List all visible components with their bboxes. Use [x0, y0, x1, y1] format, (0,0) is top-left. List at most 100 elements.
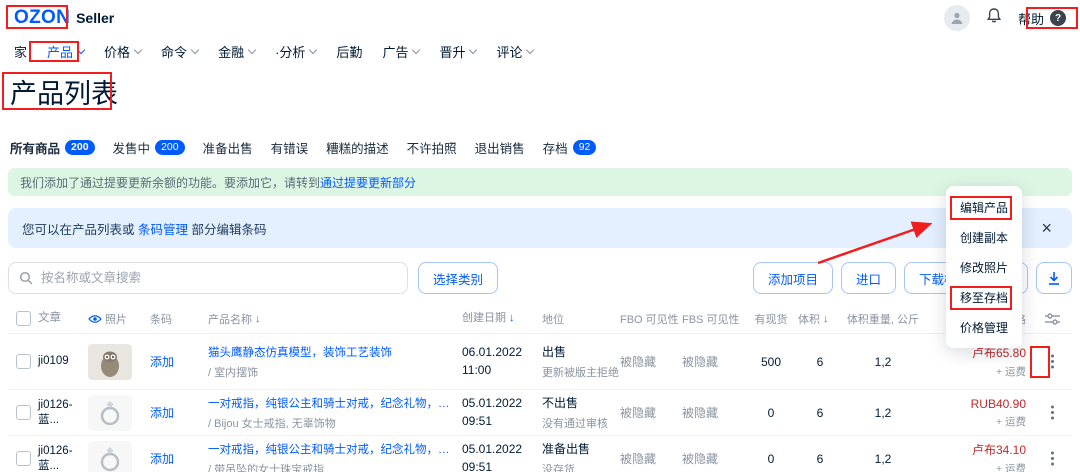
chevron-down-icon	[309, 45, 318, 54]
col-created[interactable]: 创建日期 ↓	[462, 311, 542, 327]
table-row: ji0109 添加 猫头鹰静态仿真模型，装饰工艺装饰 / 室内摆饰 06.01.…	[8, 334, 1072, 390]
nav-item-prices[interactable]: 价格	[104, 42, 143, 61]
menu-item-edit-photo[interactable]: 修改照片	[946, 252, 1022, 282]
add-barcode-link[interactable]: 添加	[150, 406, 174, 420]
add-barcode-link[interactable]: 添加	[150, 355, 174, 369]
download-button[interactable]	[1036, 262, 1072, 294]
col-fbs-visibility[interactable]: FBS 可见性	[682, 311, 744, 327]
row-menu-button[interactable]	[1032, 411, 1072, 414]
nav-item-logistics[interactable]: 后勤	[336, 42, 362, 61]
col-article[interactable]: 文章	[38, 311, 88, 326]
banner-text: 我们添加了通过提要更新余额的功能。要添加它，请转到	[20, 175, 321, 190]
col-barcode[interactable]: 条码	[150, 311, 208, 327]
help-button[interactable]: 帮助 ?	[1018, 9, 1066, 28]
barcode-management-link[interactable]: 条码管理	[138, 223, 188, 237]
add-barcode-link[interactable]: 添加	[150, 452, 174, 466]
sort-desc-icon[interactable]: ↓	[255, 313, 261, 325]
count-badge: 200	[155, 139, 185, 155]
chevron-down-icon	[247, 45, 257, 54]
col-photo[interactable]: 照片	[88, 311, 150, 327]
user-icon	[951, 12, 963, 24]
row-menu-button[interactable]	[1032, 457, 1072, 460]
price-value: 卢布34.10	[971, 443, 1026, 457]
product-name-link[interactable]: 一对戒指，纯银公主和骑士对戒，纪念礼物，尺寸可调	[208, 395, 454, 411]
tab-no-photo[interactable]: 不许拍照	[407, 138, 457, 157]
avatar[interactable]	[943, 5, 970, 31]
page-title: 产品列表	[10, 79, 118, 109]
chevron-down-icon	[469, 45, 478, 54]
sort-desc-icon[interactable]: ↓	[509, 311, 515, 327]
tab-with-errors[interactable]: 有错误	[271, 138, 309, 157]
fbo-visibility: 被隐藏	[620, 406, 657, 420]
ring-image	[88, 440, 132, 472]
col-name[interactable]: 产品名称 ↓	[208, 311, 462, 327]
table-header: 文章 照片 条码 产品名称 ↓ 创建日期 ↓ 地位 FBO 可见性 FBS 可见…	[8, 304, 1072, 334]
owl-figurine-image	[88, 343, 132, 380]
product-photo[interactable]	[88, 343, 132, 380]
stock-value: 0	[767, 405, 775, 420]
product-photo[interactable]	[88, 440, 132, 472]
bell-icon[interactable]	[986, 7, 1002, 29]
tab-archive[interactable]: 存档 92	[543, 138, 597, 157]
col-weight[interactable]: 体积重量, 公斤	[842, 311, 924, 327]
nav-item-promotion[interactable]: 晋升	[439, 42, 478, 61]
menu-item-move-to-archive[interactable]: 移至存档	[946, 282, 1022, 312]
product-category: / Bijou 女士戒指, 无辜饰物	[208, 417, 336, 430]
table-settings-button[interactable]	[1032, 312, 1072, 325]
menu-item-create-copy[interactable]: 创建副本	[946, 222, 1022, 252]
nav-item-finance[interactable]: 金融	[218, 42, 257, 61]
sort-desc-icon[interactable]: ↓	[823, 313, 829, 325]
nav-item-home[interactable]: 家	[14, 42, 27, 61]
tab-bad-description[interactable]: 糟糕的描述	[326, 138, 389, 157]
nav-item-ads[interactable]: 广告	[382, 42, 421, 61]
price-note: + 运费	[995, 463, 1026, 472]
row-checkbox[interactable]	[15, 451, 31, 466]
product-name-link[interactable]: 一对戒指，纯银公主和骑士对戒，纪念礼物，尺寸可调	[208, 441, 454, 457]
logo[interactable]: OZON Seller	[14, 7, 114, 29]
ring-image	[88, 394, 132, 431]
kebab-menu-icon	[1050, 360, 1054, 363]
product-photo[interactable]	[88, 394, 132, 431]
chevron-down-icon	[76, 45, 86, 54]
row-checkbox[interactable]	[15, 354, 31, 369]
logo-seller: Seller	[76, 10, 115, 26]
created-date: 06.01.2022	[462, 345, 523, 360]
status-label: 出售	[542, 345, 567, 359]
tab-on-sale[interactable]: 发售中 200	[113, 138, 185, 157]
fbs-visibility: 被隐藏	[682, 355, 719, 369]
col-volume[interactable]: 体积 ↓	[798, 311, 842, 327]
nav-item-reviews[interactable]: 评论	[496, 42, 535, 61]
tab-withdrawn[interactable]: 退出销售	[475, 138, 525, 157]
col-status[interactable]: 地位	[542, 311, 620, 327]
tab-all-products[interactable]: 所有商品 200	[10, 138, 95, 157]
created-date: 05.01.2022	[462, 442, 523, 457]
search-input[interactable]	[41, 271, 397, 285]
nav-item-analytics[interactable]: ·分析	[275, 42, 318, 61]
table-row: ji0126-蓝... 添加 一对戒指，纯银公主和骑士对戒，纪念礼物，尺寸可调 …	[8, 436, 1072, 472]
products-table: 文章 照片 条码 产品名称 ↓ 创建日期 ↓ 地位 FBO 可见性 FBS 可见…	[8, 304, 1072, 472]
article-cell: ji0109	[38, 355, 69, 368]
tab-ready-for-sale[interactable]: 准备出售	[203, 138, 253, 157]
select-category-button[interactable]: 选择类别	[418, 262, 499, 294]
volume-value: 6	[816, 405, 824, 420]
feed-update-link[interactable]: 通过提要更新部分	[320, 174, 416, 191]
row-menu-button[interactable]	[1032, 360, 1072, 363]
product-category: / 带吊坠的女士珠宝戒指	[208, 463, 325, 472]
created-date: 05.01.2022	[462, 396, 523, 411]
logo-ozon: OZON	[14, 7, 71, 28]
col-stock[interactable]: 有现货	[744, 311, 798, 327]
nav-item-products[interactable]: 产品	[47, 42, 86, 61]
add-item-button[interactable]: 添加项目	[752, 262, 833, 294]
close-icon[interactable]: ×	[1035, 219, 1058, 237]
ozon-seller-page: OZON Seller 帮助 ? 家 产品 价格 命令 金融 ·分析 后勤 广告…	[0, 0, 1080, 472]
weight-value: 1,2	[874, 354, 892, 369]
col-fbo-visibility[interactable]: FBO 可见性	[620, 311, 682, 327]
product-name-link[interactable]: 猫头鹰静态仿真模型，装饰工艺装饰	[208, 344, 454, 360]
nav-item-orders[interactable]: 命令	[161, 42, 200, 61]
toolbar: 选择类别 添加项目 进口 下载模板	[8, 262, 1072, 294]
menu-item-price-management[interactable]: 价格管理	[946, 312, 1022, 342]
row-checkbox[interactable]	[15, 405, 31, 420]
select-all-checkbox[interactable]	[15, 311, 31, 326]
menu-item-edit-product[interactable]: 编辑产品	[946, 192, 1022, 222]
import-button[interactable]: 进口	[840, 262, 896, 294]
